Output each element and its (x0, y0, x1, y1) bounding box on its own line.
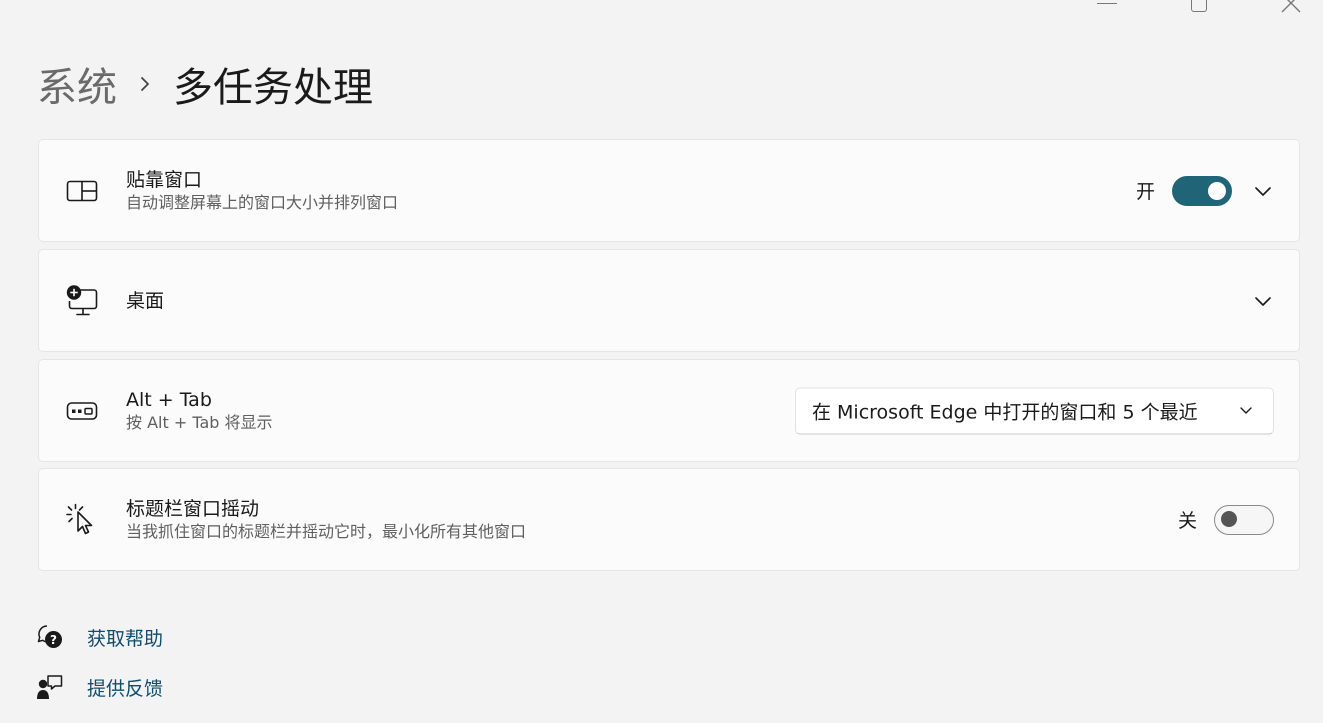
title-bar-shake-toggle[interactable] (1214, 504, 1274, 535)
shake-cursor-icon (65, 503, 99, 537)
give-feedback-label: 提供反馈 (87, 677, 164, 700)
snap-windows-expand-button[interactable] (1249, 177, 1277, 205)
title-bar-shake-subtitle: 当我抓住窗口的标题栏并摇动它时，最小化所有其他窗口 (126, 521, 527, 541)
snap-windows-title: 贴靠窗口 (126, 168, 203, 191)
svg-text:?: ? (50, 633, 57, 647)
desktops-text: 桌面 (126, 289, 164, 313)
alt-tab-subtitle: 按 Alt + Tab 将显示 (126, 412, 273, 432)
title-bar-shake-toggle-label: 关 (1177, 510, 1197, 532)
get-help-link[interactable]: ? 获取帮助 (36, 623, 163, 651)
feedback-icon (36, 673, 64, 701)
snap-windows-card[interactable]: 贴靠窗口 自动调整屏幕上的窗口大小并排列窗口 开 (38, 139, 1300, 242)
toggle-knob (1208, 181, 1226, 200)
snap-windows-toggle-group: 开 (1135, 175, 1232, 206)
get-help-label: 获取帮助 (87, 627, 164, 650)
chevron-down-icon (1255, 186, 1271, 196)
snap-windows-toggle-label: 开 (1135, 181, 1155, 203)
help-icon: ? (36, 623, 64, 651)
alt-tab-dropdown-value: 在 Microsoft Edge 中打开的窗口和 5 个最近 (812, 401, 1198, 423)
minimize-icon (1097, 3, 1117, 4)
alt-tab-dropdown[interactable]: 在 Microsoft Edge 中打开的窗口和 5 个最近 (795, 387, 1274, 434)
title-bar-shake-toggle-group: 关 (1177, 504, 1274, 535)
maximize-icon (1191, 0, 1207, 12)
maximize-button[interactable] (1176, 0, 1222, 16)
toggle-knob (1221, 511, 1237, 527)
chevron-right-icon (139, 75, 151, 93)
desktops-card[interactable]: 桌面 (38, 249, 1300, 352)
close-button[interactable] (1268, 0, 1314, 16)
breadcrumb: 系统 多任务处理 (37, 52, 373, 116)
title-bar-shake-card: 标题栏窗口摇动 当我抓住窗口的标题栏并摇动它时，最小化所有其他窗口 关 (38, 468, 1300, 571)
give-feedback-link[interactable]: 提供反馈 (36, 673, 163, 701)
snap-windows-text: 贴靠窗口 自动调整屏幕上的窗口大小并排列窗口 (126, 168, 398, 214)
snap-layout-icon (65, 174, 99, 208)
page-title: 多任务处理 (173, 65, 373, 111)
desktop-add-icon (65, 284, 99, 318)
minimize-button[interactable] (1084, 0, 1130, 16)
breadcrumb-parent[interactable]: 系统 (37, 55, 117, 113)
snap-windows-subtitle: 自动调整屏幕上的窗口大小并排列窗口 (126, 192, 399, 212)
snap-windows-toggle[interactable] (1172, 175, 1232, 206)
keyboard-icon (65, 394, 99, 428)
alt-tab-title: Alt + Tab (126, 388, 212, 411)
close-icon (1281, 0, 1301, 13)
chevron-down-icon (1255, 296, 1271, 306)
title-bar-shake-title: 标题栏窗口摇动 (126, 497, 260, 520)
alt-tab-card: Alt + Tab 按 Alt + Tab 将显示 在 Microsoft Ed… (38, 359, 1300, 462)
desktops-title: 桌面 (126, 289, 165, 312)
alt-tab-text: Alt + Tab 按 Alt + Tab 将显示 (126, 388, 273, 434)
chevron-down-icon (1239, 406, 1253, 416)
title-bar-shake-text: 标题栏窗口摇动 当我抓住窗口的标题栏并摇动它时，最小化所有其他窗口 (126, 497, 526, 543)
desktops-expand-button[interactable] (1249, 287, 1277, 315)
